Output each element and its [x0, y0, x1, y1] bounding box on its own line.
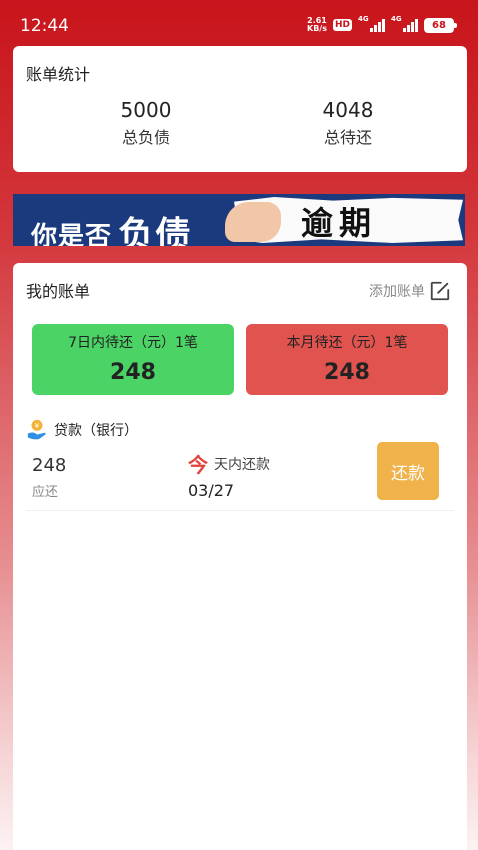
summary-7-days-value: 248 — [110, 360, 156, 385]
net-speed-unit: KB/s — [307, 24, 327, 33]
loan-icon: ¥ — [27, 419, 46, 440]
total-debt-value: 5000 — [120, 98, 172, 122]
due-today-badge: 今 — [188, 453, 208, 477]
signal-icon-sim1: 4G — [358, 15, 385, 32]
banner-hand-image — [225, 202, 281, 242]
total-debt-label: 总负债 — [121, 128, 170, 147]
sim2-label: 4G — [391, 15, 402, 23]
bill-amount-label: 应还 — [32, 485, 59, 500]
battery-level: 68 — [432, 19, 446, 31]
summary-7-days[interactable]: 7日内待还（元）1笔 248 — [32, 324, 234, 395]
status-bar: 12:44 2.61 KB/s HD 4G 4G 68 — [0, 0, 478, 44]
banner-left-big: 负债 — [118, 214, 193, 246]
add-bill-button[interactable]: 添加账单 — [369, 280, 451, 302]
status-icons: 2.61 KB/s HD 4G 4G 68 — [307, 15, 457, 33]
add-bill-label: 添加账单 — [369, 284, 425, 300]
stats-card: 账单统计 5000 总负债 4048 总待还 — [13, 46, 467, 172]
total-pending-value: 4048 — [322, 98, 374, 122]
list-item[interactable]: ¥ 贷款（银行） 248 应还 今 天内还款 03/27 还款 — [26, 419, 454, 511]
bill-header: ¥ 贷款（银行） — [26, 419, 138, 441]
summary-this-month[interactable]: 本月待还（元）1笔 248 — [246, 324, 448, 395]
banner-right-text: 逾期 — [301, 204, 378, 242]
stats-title: 账单统计 — [26, 65, 91, 84]
total-pending-stat: 4048 总待还 — [278, 98, 418, 148]
edit-icon — [430, 281, 450, 301]
bill-amount: 248 — [32, 455, 67, 476]
summary-month-label: 本月待还（元）1笔 — [286, 335, 408, 351]
battery-icon: 68 — [424, 17, 457, 33]
bills-card: 我的账单 添加账单 7日内待还（元）1笔 248 本月待还（元）1笔 248 ¥… — [13, 263, 467, 850]
status-time: 12:44 — [20, 16, 69, 36]
total-debt-stat: 5000 总负债 — [76, 98, 216, 148]
net-speed: 2.61 KB/s — [307, 17, 327, 33]
promo-banner[interactable]: 你是否 负债 逾期 — [13, 194, 465, 246]
sim1-label: 4G — [358, 15, 369, 23]
summary-month-value: 248 — [324, 360, 370, 385]
svg-text:¥: ¥ — [35, 421, 40, 430]
summary-7-days-label: 7日内待还（元）1笔 — [68, 335, 198, 351]
banner-left-small: 你是否 — [31, 222, 113, 246]
due-text: 天内还款 — [214, 457, 270, 473]
total-pending-label: 总待还 — [323, 128, 372, 147]
hd-badge: HD — [332, 19, 352, 31]
bill-name: 贷款（银行） — [54, 423, 138, 439]
banner-left-text: 你是否 负债 — [31, 204, 192, 246]
bills-title: 我的账单 — [26, 282, 91, 301]
due-date: 03/27 — [188, 481, 235, 500]
pay-button[interactable]: 还款 — [377, 442, 439, 500]
signal-icon-sim2: 4G — [391, 15, 418, 32]
